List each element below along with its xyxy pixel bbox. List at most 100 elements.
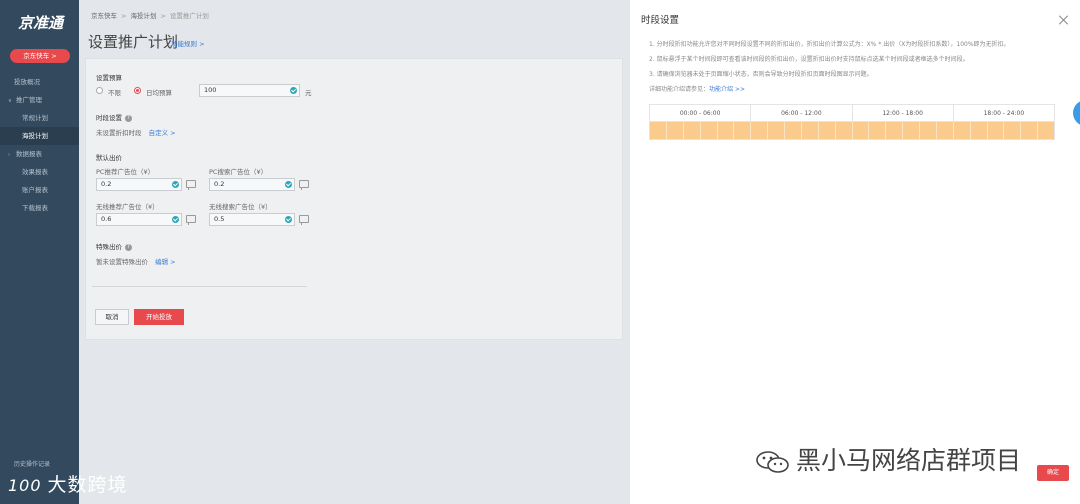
sidebar-item-overview[interactable]: 投放概况: [0, 73, 79, 91]
check-icon: [290, 87, 297, 94]
pc-recommend-label: PC推荐广告位（¥）: [96, 168, 155, 176]
budget-input[interactable]: 100: [199, 84, 300, 97]
mobile-recommend-input[interactable]: 0.6: [96, 213, 182, 226]
custom-time-link[interactable]: 自定义 >: [149, 129, 176, 137]
grid-header-cell: 18:00 - 24:00: [983, 110, 1025, 117]
hour-slot-cell[interactable]: [802, 122, 819, 139]
comment-icon[interactable]: [186, 215, 196, 225]
hour-slot-cell[interactable]: [718, 122, 735, 139]
mobile-search-input[interactable]: 0.5: [209, 213, 295, 226]
product-switch-button[interactable]: 京东快车 >: [10, 49, 70, 63]
help-icon[interactable]: ?: [125, 243, 132, 251]
plan-form: 设置预算 不限 日均预算 100 元 时段设置? 未设置折扣时段 自定义 > 默…: [85, 58, 623, 340]
time-slot-row: [650, 122, 1054, 139]
mobile-recommend-label: 无线推荐广告位（¥）: [96, 203, 159, 211]
hour-slot-cell[interactable]: [684, 122, 701, 139]
budget-label: 设置预算: [96, 74, 122, 82]
sidebar: 京准通 京东快车 > 投放概况 ∨ 推广管理 常规计划 海投计划 › 数据报表 效果…: [0, 0, 79, 504]
special-bid-label: 特殊出价?: [96, 241, 132, 251]
panel-title: 时段设置: [641, 15, 680, 26]
sidebar-item-bulk-plan[interactable]: 海投计划: [0, 127, 79, 145]
comment-icon[interactable]: [299, 215, 309, 225]
budget-unlimited-label: 不限: [108, 89, 121, 97]
app-logo[interactable]: 京准通: [18, 12, 63, 33]
hour-slot-cell[interactable]: [1004, 122, 1022, 139]
pc-search-input[interactable]: 0.2: [209, 178, 295, 191]
confirm-button[interactable]: 确定: [1037, 465, 1069, 481]
panel-notes: 1. 分时段折扣功能允许您对不同时段设置不同的折扣出价，折扣出价计算公式为：X%…: [649, 37, 1074, 97]
hour-slot-cell[interactable]: [1038, 122, 1054, 139]
hour-slot-cell[interactable]: [886, 122, 904, 139]
sidebar-item-account-report[interactable]: 账户报表: [0, 181, 79, 199]
default-bid-label: 默认出价: [96, 154, 122, 162]
sidebar-item-download-report[interactable]: 下载报表: [0, 199, 79, 217]
hour-slot-cell[interactable]: [734, 122, 752, 139]
hour-slot-cell[interactable]: [667, 122, 684, 139]
hour-slot-cell[interactable]: [836, 122, 853, 139]
hour-slot-cell[interactable]: [869, 122, 887, 139]
hour-slot-cell[interactable]: [920, 122, 937, 139]
hour-slot-cell[interactable]: [988, 122, 1005, 139]
budget-daily-label: 日均预算: [146, 89, 172, 97]
budget-daily-radio[interactable]: [134, 87, 141, 94]
grid-header-cell: 12:00 - 18:00: [853, 105, 954, 121]
sidebar-group-promotion[interactable]: ∨ 推广管理: [0, 91, 79, 109]
hour-slot-cell[interactable]: [937, 122, 954, 139]
watermark-left: 100 大数跨境: [8, 474, 128, 496]
hour-slot-cell[interactable]: [751, 122, 769, 139]
budget-unit: 元: [305, 89, 312, 97]
page-title: 设置推广计划: [88, 33, 179, 51]
history-log-link[interactable]: 历史操作记录: [14, 459, 50, 468]
hour-slot-cell[interactable]: [1021, 122, 1039, 139]
sidebar-item-regular-plan[interactable]: 常规计划: [0, 109, 79, 127]
hour-slot-cell[interactable]: [954, 122, 971, 139]
rules-link[interactable]: 功能规则 >: [171, 38, 205, 48]
grid-header-cell: 06:00 - 12:00: [751, 105, 853, 121]
budget-unlimited-radio[interactable]: [96, 87, 103, 94]
hour-slot-cell[interactable]: [701, 122, 718, 139]
check-icon: [172, 216, 179, 223]
watermark-logo: 100: [8, 476, 42, 495]
edit-special-bid-link[interactable]: 编辑 >: [155, 258, 176, 266]
hour-slot-cell[interactable]: [768, 122, 785, 139]
hour-slot-cell[interactable]: [819, 122, 836, 139]
time-setting-label: 时段设置?: [96, 112, 132, 122]
hour-slot-cell[interactable]: [853, 122, 870, 139]
breadcrumb-item[interactable]: 海投计划: [130, 12, 156, 20]
detail-line: 详细功能介绍请参见：功能介绍 >>: [649, 86, 745, 93]
note-item: 1. 分时段折扣功能允许您对不同时段设置不同的折扣出价，折扣出价计算公式为：X%…: [649, 41, 1010, 48]
breadcrumb-item[interactable]: 京东快车: [91, 12, 117, 20]
main-content: 京东快车 > 海投计划 > 设置推广计划 设置推广计划 功能规则 > 设置预算 不限 日…: [79, 0, 630, 504]
chevron-down-icon: ∨: [8, 98, 12, 104]
watermark-right: 黑小马网络店群项目: [756, 441, 1021, 477]
breadcrumb: 京东快车 > 海投计划 > 设置推广计划: [91, 12, 209, 20]
hour-slot-cell[interactable]: [785, 122, 802, 139]
check-icon: [172, 181, 179, 188]
sidebar-nav: 投放概况 ∨ 推广管理 常规计划 海投计划 › 数据报表 效果报表 账户报表 下载报…: [0, 73, 79, 217]
pc-recommend-input[interactable]: 0.2: [96, 178, 182, 191]
side-float-button[interactable]: [1073, 100, 1080, 126]
sidebar-group-reports[interactable]: › 数据报表: [0, 145, 79, 163]
start-delivery-button[interactable]: 开始投放: [134, 309, 184, 325]
hour-slot-cell[interactable]: [903, 122, 920, 139]
hour-slot-cell[interactable]: [971, 122, 988, 139]
time-setting-panel: 时段设置 1. 分时段折扣功能允许您对不同时段设置不同的折扣出价，折扣出价计算公…: [630, 0, 1080, 504]
close-icon[interactable]: [1058, 14, 1070, 26]
cancel-button[interactable]: 取消: [95, 309, 129, 325]
comment-icon[interactable]: [186, 180, 196, 190]
grid-header-cell: 00:00 - 06:00: [650, 105, 752, 121]
feature-intro-link[interactable]: 功能介绍 >>: [709, 86, 745, 93]
check-icon: [285, 181, 292, 188]
sidebar-item-effect-report[interactable]: 效果报表: [0, 163, 79, 181]
special-bid-status: 暂未设置特殊出价 编辑 >: [96, 258, 176, 266]
help-icon[interactable]: ?: [125, 114, 132, 122]
note-item: 2. 鼠标悬浮于某个时间段即可查看该时间段的折扣出价，设置折扣出价时支持鼠标点选…: [649, 56, 969, 63]
pc-search-label: PC搜索广告位（¥）: [209, 168, 268, 176]
check-icon: [285, 216, 292, 223]
form-divider: [92, 286, 307, 287]
comment-icon[interactable]: [299, 180, 309, 190]
breadcrumb-current: 设置推广计划: [169, 12, 209, 20]
time-slot-grid: 00:00 - 06:00 06:00 - 12:00 12:00 - 18:0…: [649, 104, 1055, 140]
hour-slot-cell[interactable]: [650, 122, 667, 139]
chevron-right-icon: ›: [8, 152, 10, 158]
